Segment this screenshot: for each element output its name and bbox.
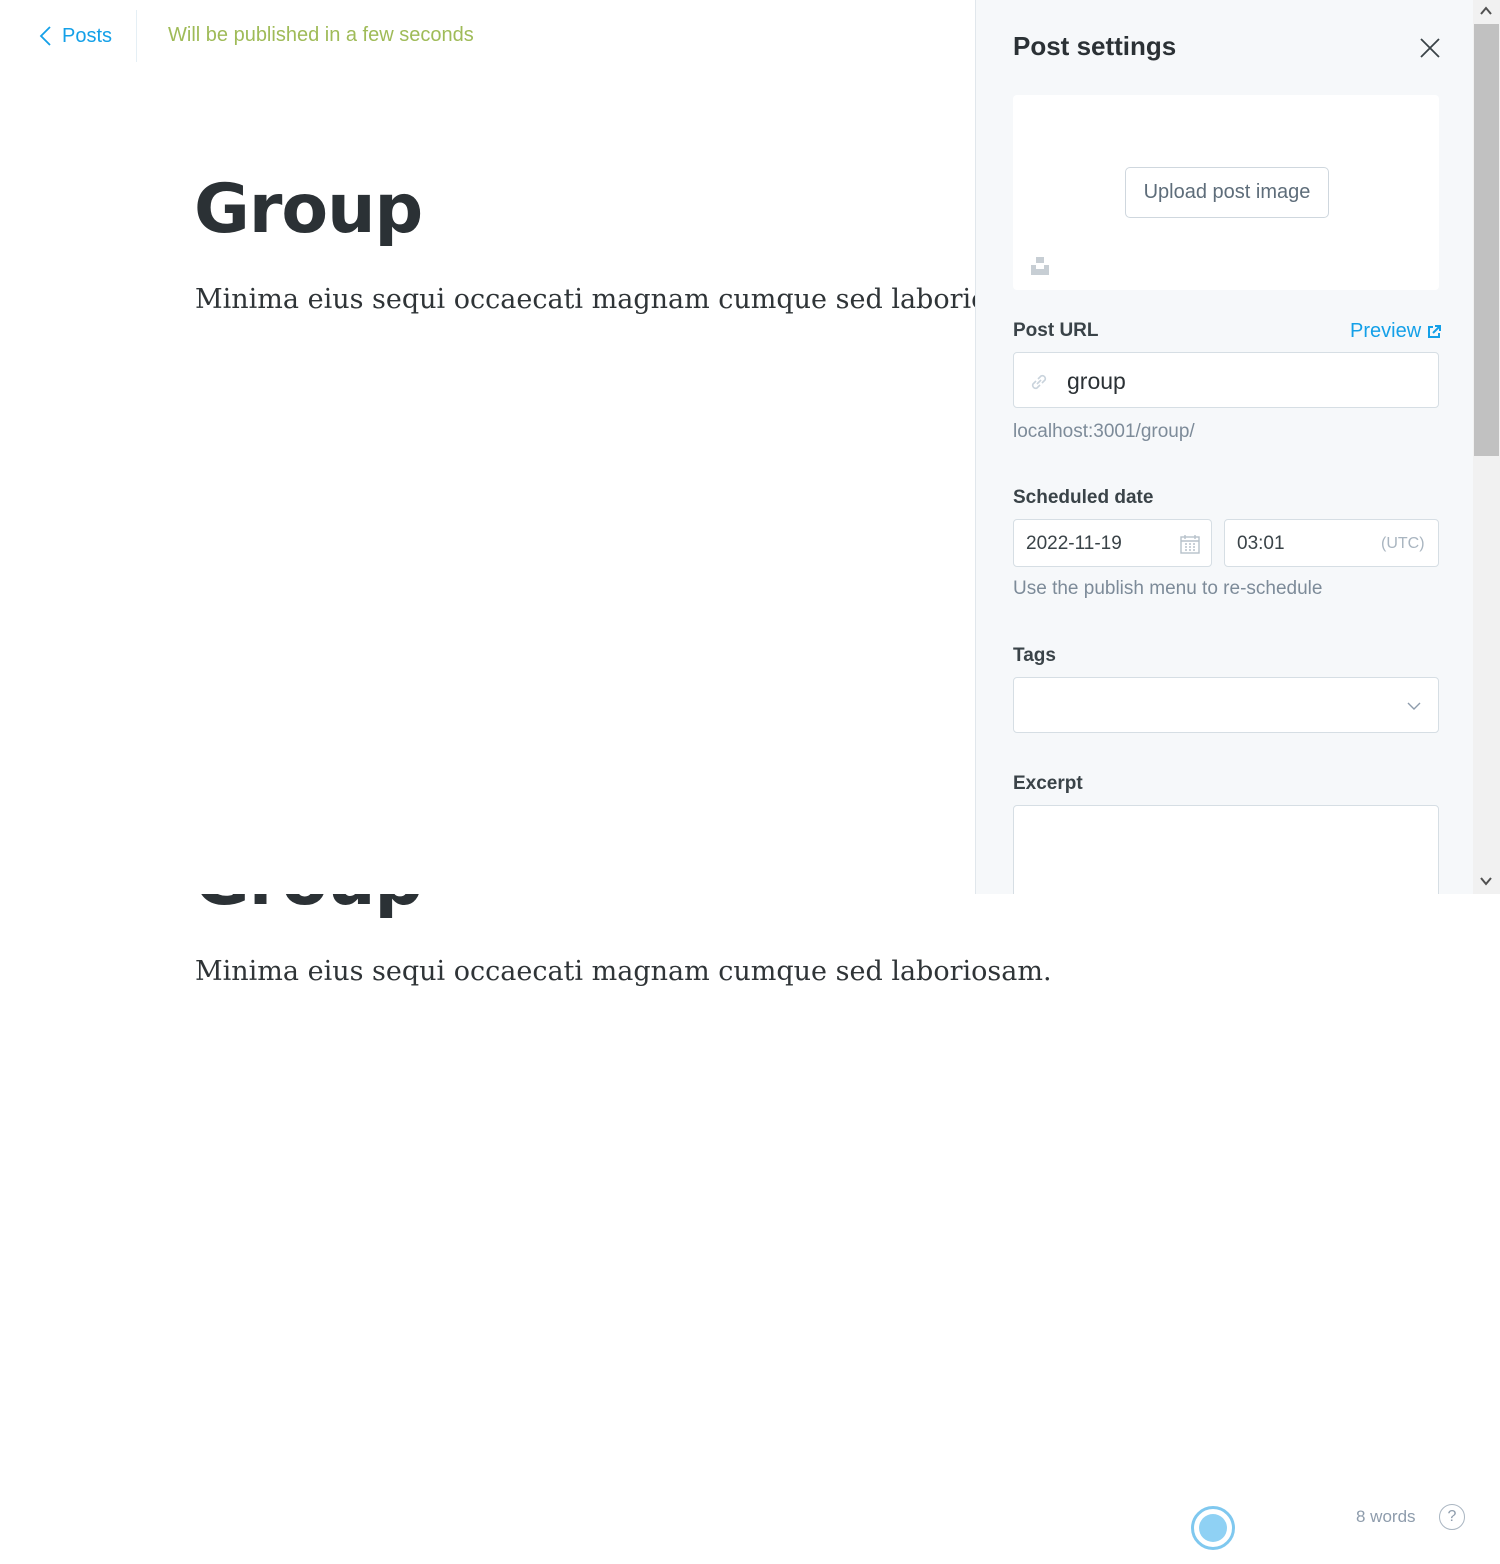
unsplash-icon[interactable]: [1029, 255, 1051, 277]
post-image-dropzone[interactable]: Upload post image: [1013, 95, 1439, 290]
scheduled-date-input[interactable]: 2022-11-19: [1013, 519, 1212, 567]
scrollbar-thumb[interactable]: [1474, 24, 1499, 456]
post-title[interactable]: Group: [194, 176, 423, 244]
preview-link-label: Preview: [1350, 320, 1422, 342]
calendar-icon[interactable]: [1179, 533, 1201, 555]
tags-select[interactable]: [1013, 677, 1439, 733]
editor-content-bottom: Group Minima eius sequi occaecati magnam…: [0, 894, 1500, 1564]
word-count: 8 words: [1356, 1507, 1416, 1526]
close-icon[interactable]: [1418, 36, 1442, 60]
post-body-duplicate[interactable]: Minima eius sequi occaecati magnam cumqu…: [195, 956, 1052, 987]
time-value: 03:01: [1237, 533, 1285, 554]
post-url-value: group: [1067, 368, 1126, 394]
link-icon: [1031, 374, 1047, 390]
date-value: 2022-11-19: [1026, 533, 1122, 554]
post-url-input[interactable]: group: [1013, 352, 1439, 408]
excerpt-textarea[interactable]: [1013, 805, 1439, 894]
scheduled-date-label: Scheduled date: [1013, 487, 1154, 508]
post-url-hint: localhost:3001/group/: [1013, 421, 1195, 442]
scheduled-time-input[interactable]: 03:01 (UTC): [1224, 519, 1439, 567]
help-icon[interactable]: ?: [1439, 1504, 1465, 1530]
excerpt-label: Excerpt: [1013, 773, 1083, 794]
editor-content-top: Group Minima eius sequi occaecati magnam…: [0, 0, 976, 894]
timezone-label: (UTC): [1381, 535, 1425, 552]
post-settings-panel: Post settings Upload post image Post URL…: [975, 0, 1500, 894]
external-link-icon: [1428, 324, 1442, 338]
schedule-hint: Use the publish menu to re-schedule: [1013, 578, 1323, 599]
panel-title: Post settings: [1013, 31, 1177, 61]
cursor-indicator: [1191, 1506, 1235, 1550]
preview-link[interactable]: Preview: [1350, 320, 1442, 343]
post-url-label: Post URL: [1013, 320, 1099, 341]
scroll-up-icon[interactable]: [1479, 4, 1493, 18]
upload-post-image-button[interactable]: Upload post image: [1125, 167, 1329, 218]
tags-label: Tags: [1013, 645, 1056, 666]
post-body[interactable]: Minima eius sequi occaecati magnam cumqu…: [195, 284, 976, 315]
post-title-duplicate[interactable]: Group: [194, 894, 423, 916]
chevron-down-icon: [1407, 702, 1421, 710]
panel-scrollbar[interactable]: [1473, 0, 1500, 894]
scroll-down-icon[interactable]: [1479, 874, 1493, 888]
